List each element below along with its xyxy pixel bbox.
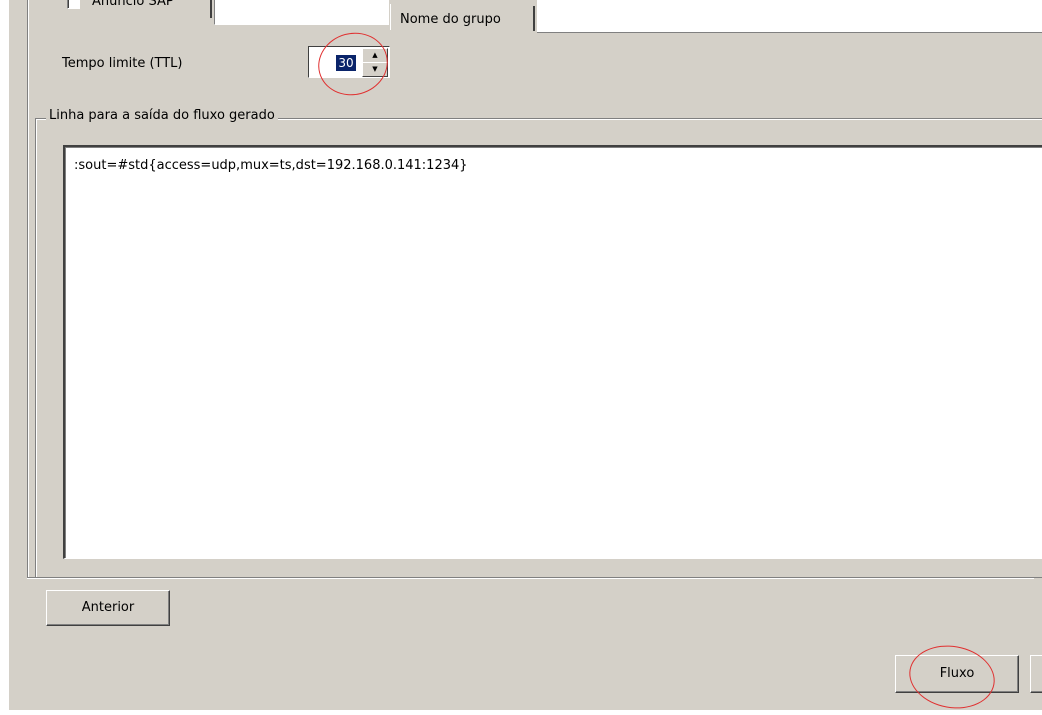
group-name-field[interactable] [537,0,1042,33]
output-textarea[interactable] [63,145,1042,559]
output-text[interactable]: :sout=#std{access=udp,mux=ts,dst=192.168… [74,158,468,173]
group-field-border [533,6,535,31]
ttl-label: Tempo limite (TTL) [62,56,183,71]
sap-field-border [210,0,212,18]
output-legend: Linha para a saída do fluxo gerado [46,108,278,123]
next-button[interactable] [1030,655,1042,693]
sap-announce-label: Anúncio SAP [92,0,174,9]
back-button[interactable]: Anterior [46,590,170,626]
group-name-label: Nome do grupo [400,12,501,27]
sap-announce-checkbox[interactable] [67,0,80,9]
sap-name-field[interactable] [214,0,389,25]
